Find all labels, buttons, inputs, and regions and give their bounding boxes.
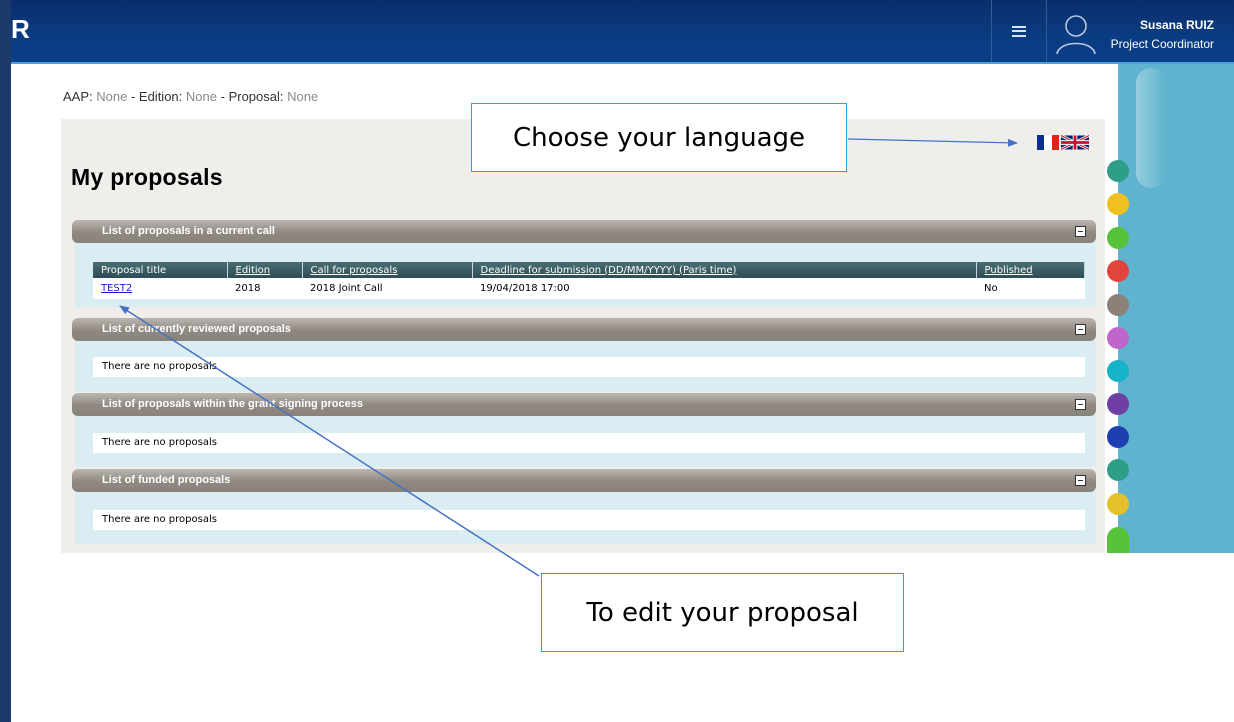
section-title: List of currently reviewed proposals (102, 323, 291, 335)
breadcrumb: AAP: None - Edition: None - Proposal: No… (63, 89, 318, 104)
decorative-dot (1107, 393, 1129, 415)
decorative-dot (1107, 227, 1129, 249)
breadcrumb-proposal-label: Proposal: (228, 89, 284, 104)
flag-fr-icon[interactable] (1037, 135, 1059, 150)
collapse-icon[interactable] (1075, 324, 1086, 335)
hamburger-menu-icon (1012, 25, 1026, 37)
decorative-dot (1107, 426, 1129, 448)
collapse-icon[interactable] (1075, 226, 1086, 237)
user-name[interactable]: Susana RUIZ (1140, 18, 1214, 32)
breadcrumb-separator: - (130, 89, 139, 104)
proposal-title-cell: TEST2 (93, 278, 227, 299)
top-navigation-bar: R Susana RUIZ Project Coordinator (11, 0, 1234, 62)
page-title: My proposals (71, 164, 223, 190)
user-role: Project Coordinator (1110, 37, 1214, 51)
section-title: List of proposals in a current call (102, 225, 275, 237)
collapse-icon[interactable] (1075, 475, 1086, 486)
decorative-dot (1107, 193, 1129, 215)
section-header-funded[interactable]: List of funded proposals (72, 469, 1096, 492)
collapse-icon[interactable] (1075, 399, 1086, 410)
menu-button[interactable] (991, 0, 1047, 62)
breadcrumb-edition-label: Edition: (138, 89, 183, 104)
section-header-reviewed[interactable]: List of currently reviewed proposals (72, 318, 1096, 341)
decorative-dot (1107, 527, 1129, 553)
empty-state-text: There are no proposals (93, 510, 1085, 530)
language-callout: Choose your language (471, 103, 847, 172)
user-avatar-icon[interactable] (1054, 10, 1098, 54)
column-header-edition[interactable]: Edition (227, 262, 303, 278)
left-frame-border (0, 0, 11, 722)
proposals-table: Proposal title Edition Call for proposal… (93, 262, 1085, 299)
proposal-title-link[interactable]: TEST2 (101, 283, 132, 294)
decorative-dot (1107, 459, 1129, 481)
section-header-grant-signing[interactable]: List of proposals within the grant signi… (72, 393, 1096, 416)
flag-uk-icon[interactable] (1061, 135, 1089, 150)
language-selector (1037, 135, 1089, 150)
call-cell: 2018 Joint Call (302, 278, 472, 299)
column-header-call[interactable]: Call for proposals (302, 262, 473, 278)
edit-callout: To edit your proposal (541, 573, 904, 652)
empty-state-text: There are no proposals (93, 433, 1085, 453)
column-header-published[interactable]: Published (976, 262, 1085, 278)
section-title: List of proposals within the grant signi… (102, 398, 363, 410)
right-panel-sheen (1136, 68, 1166, 188)
table-row: TEST2 2018 2018 Joint Call 19/04/2018 17… (93, 278, 1085, 299)
edition-cell: 2018 (227, 278, 302, 299)
published-cell: No (976, 278, 1085, 299)
breadcrumb-separator: - (220, 89, 229, 104)
table-header-row: Proposal title Edition Call for proposal… (93, 262, 1085, 278)
column-header-deadline[interactable]: Deadline for submission (DD/MM/YYYY) (Pa… (472, 262, 977, 278)
topbar-underline (11, 62, 1234, 64)
deadline-cell: 19/04/2018 17:00 (472, 278, 976, 299)
breadcrumb-aap-value: None (96, 89, 128, 104)
breadcrumb-proposal-value: None (287, 89, 319, 104)
breadcrumb-aap-label: AAP: (63, 89, 93, 104)
breadcrumb-edition-value: None (185, 89, 217, 104)
decorative-dot (1107, 360, 1129, 382)
decorative-dot (1107, 327, 1129, 349)
column-header-proposal-title[interactable]: Proposal title (93, 262, 228, 278)
decorative-dot (1107, 260, 1129, 282)
decorative-dot (1107, 160, 1129, 182)
logo-fragment[interactable]: R (11, 14, 30, 45)
decorative-dot (1107, 493, 1129, 515)
decorative-dot (1107, 294, 1129, 316)
section-header-current-call[interactable]: List of proposals in a current call (72, 220, 1096, 243)
section-title: List of funded proposals (102, 474, 231, 486)
empty-state-text: There are no proposals (93, 357, 1085, 377)
